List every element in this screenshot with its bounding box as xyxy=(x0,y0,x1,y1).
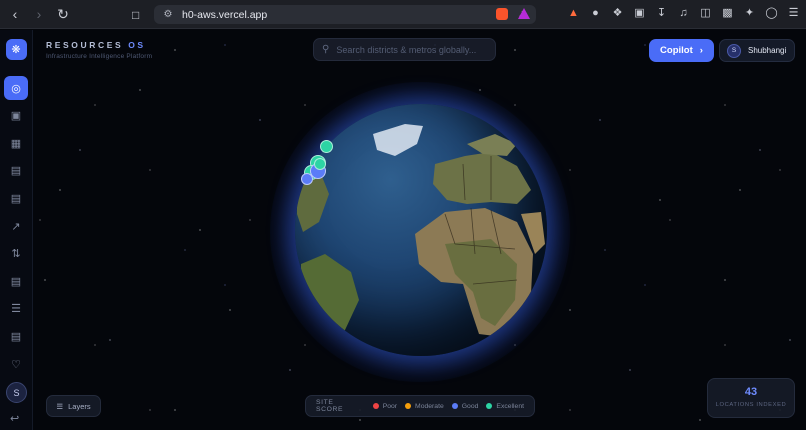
sidebar-item-sliders[interactable]: ☰ xyxy=(4,295,28,323)
sidebar: ❋ ◎ ▣ ▦ ▤ ▤ ↗ ⇅ ▤ ☰ ▤ ♡ S ↩ xyxy=(0,30,33,430)
site-score-legend: SITE SCORE Poor Moderate Good Excellent xyxy=(305,395,535,417)
wallet-icon[interactable]: ▩ xyxy=(721,6,734,19)
logout-icon[interactable]: ↩ xyxy=(10,412,19,425)
earth-globe[interactable] xyxy=(295,104,547,356)
legend-label: Excellent xyxy=(496,402,524,410)
url-text[interactable]: h0-aws.vercel.app xyxy=(182,9,488,21)
legend-item-poor: Poor xyxy=(372,402,398,410)
search-input[interactable] xyxy=(336,44,487,55)
sidebar-icon[interactable]: ◫ xyxy=(699,6,712,19)
reload-icon[interactable]: ↻ xyxy=(54,5,72,23)
locations-label: LOCATIONS INDEXED xyxy=(715,402,787,408)
building-icon: ▤ xyxy=(10,165,22,178)
brand: RESOURCES OS Infrastructure Intelligence… xyxy=(46,40,152,60)
clipboard-icon: ▤ xyxy=(10,275,22,288)
legend-title: SITE SCORE xyxy=(316,399,344,413)
legend-label: Good xyxy=(461,402,479,410)
legend-item-moderate: Moderate xyxy=(405,403,444,410)
bookmark-icon[interactable]: □ xyxy=(132,8,139,22)
sliders-icon: ☰ xyxy=(11,303,21,316)
good-dot xyxy=(451,403,458,409)
chevron-right-icon: › xyxy=(699,45,703,56)
avatar[interactable]: S xyxy=(6,382,27,403)
extension-circle-icon[interactable]: ● xyxy=(589,6,602,19)
extension-box-icon[interactable]: ▣ xyxy=(633,6,646,19)
grid-icon: ▦ xyxy=(10,137,22,150)
layers-button[interactable]: ☰ Layers xyxy=(46,395,101,417)
copilot-button[interactable]: Copilot › xyxy=(649,39,714,62)
app-viewport: ❋ ◎ ▣ ▦ ▤ ▤ ↗ ⇅ ▤ ☰ ▤ ♡ S ↩ RESOURCES OS… xyxy=(0,30,806,430)
brand-title-accent: OS xyxy=(128,40,146,50)
map-marker-excellent[interactable] xyxy=(314,158,326,170)
sidebar-item-robot[interactable]: ▣ xyxy=(4,102,28,130)
extension-fox-icon[interactable]: ▲ xyxy=(567,6,580,19)
brand-title: RESOURCES OS xyxy=(46,40,152,50)
sidebar-item-route[interactable]: ⇅ xyxy=(4,240,28,268)
brave-rewards-icon[interactable] xyxy=(518,8,530,19)
layers-icon: ☰ xyxy=(56,401,64,411)
document-icon: ▤ xyxy=(10,193,22,206)
legend-item-excellent: Excellent xyxy=(486,403,524,410)
sidebar-item-document[interactable]: ▤ xyxy=(4,185,28,213)
copilot-label: Copilot xyxy=(660,45,693,56)
forward-icon[interactable]: › xyxy=(30,5,48,23)
map-marker-good[interactable] xyxy=(301,173,313,185)
vpn-icon[interactable]: ◯ xyxy=(765,6,778,19)
address-bar[interactable]: ⚙ h0-aws.vercel.app ⚿ ↗ xyxy=(154,5,536,24)
sidebar-item-clipboard[interactable]: ▤ xyxy=(4,268,28,296)
map-marker-excellent[interactable] xyxy=(320,140,333,153)
user-name: Shubhangi xyxy=(748,46,787,55)
layers-label: Layers xyxy=(68,401,91,411)
excellent-dot xyxy=(486,403,493,409)
brave-shield-icon[interactable] xyxy=(496,8,508,20)
back-icon[interactable]: ‹ xyxy=(6,5,24,23)
app-logo-icon[interactable]: ❋ xyxy=(5,39,27,60)
trend-icon: ↗ xyxy=(11,220,21,233)
sidebar-item-bell[interactable]: ♡ xyxy=(4,350,28,378)
brand-title-main: RESOURCES xyxy=(46,40,124,50)
globe-icon: ◎ xyxy=(11,82,21,95)
extensions-bar: ▲ ● ❖ ▣ ↧ ♫ ◫ ▩ ✦ ◯ ☰ xyxy=(567,6,800,20)
puzzle-icon[interactable]: ❖ xyxy=(611,6,624,19)
media-icon[interactable]: ♫ xyxy=(677,6,690,19)
download-icon[interactable]: ↧ xyxy=(655,6,668,19)
sidebar-item-grid[interactable]: ▦ xyxy=(4,130,28,158)
search-icon: ⚲ xyxy=(322,44,330,55)
globe-surface xyxy=(297,124,545,350)
browser-nav: ‹ › ↻ xyxy=(0,5,72,23)
locations-count: 43 xyxy=(744,386,758,398)
sidebar-item-newspaper[interactable]: ▤ xyxy=(4,323,28,351)
poor-dot xyxy=(372,403,379,409)
sidebar-nav: ◎ ▣ ▦ ▤ ▤ ↗ ⇅ ▤ ☰ ▤ ♡ xyxy=(4,74,28,378)
site-settings-icon[interactable]: ⚙ xyxy=(162,9,174,20)
route-icon: ⇅ xyxy=(11,248,21,261)
menu-icon[interactable]: ☰ xyxy=(787,6,800,19)
locations-indexed-card: 43 LOCATIONS INDEXED xyxy=(707,378,795,418)
newspaper-icon: ▤ xyxy=(10,331,22,344)
bell-icon: ♡ xyxy=(11,358,21,371)
sidebar-item-trend[interactable]: ↗ xyxy=(4,212,28,240)
brand-subtitle: Infrastructure Intelligence Platform xyxy=(46,53,153,60)
legend-label: Moderate xyxy=(415,402,444,410)
user-avatar: S xyxy=(727,43,741,58)
moderate-dot xyxy=(405,403,412,409)
sparkle-icon[interactable]: ✦ xyxy=(743,6,756,19)
sidebar-item-building[interactable]: ▤ xyxy=(4,157,28,185)
legend-label: Poor xyxy=(382,402,398,410)
robot-icon: ▣ xyxy=(10,110,22,123)
legend-item-good: Good xyxy=(451,402,479,410)
user-menu[interactable]: S Shubhangi xyxy=(719,39,795,62)
sidebar-item-globe[interactable]: ◎ xyxy=(4,76,28,100)
browser-toolbar: ‹ › ↻ □ ⚙ h0-aws.vercel.app ⚿ ↗ ▲ ● ❖ ▣ … xyxy=(0,0,806,29)
search-box[interactable]: ⚲ xyxy=(313,38,496,61)
